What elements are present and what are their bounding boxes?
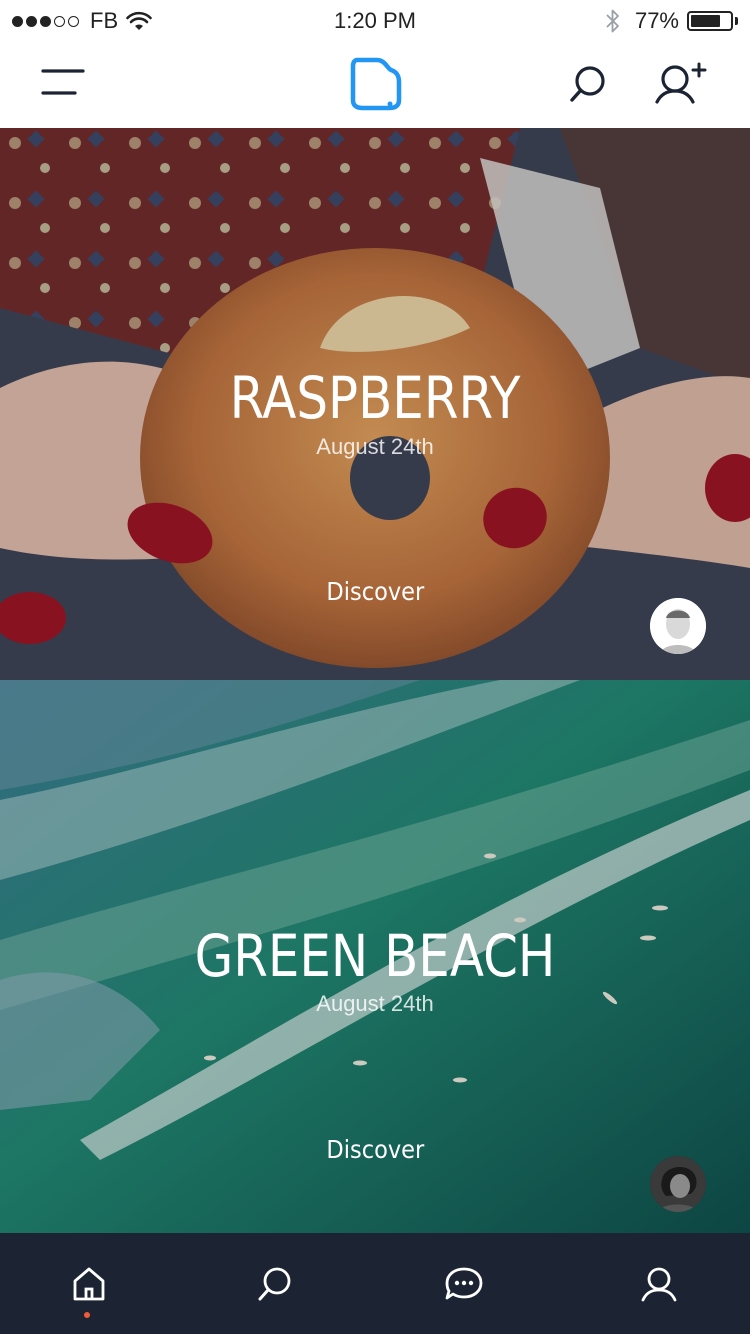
- profile-icon: [641, 1267, 677, 1302]
- search-icon: [258, 1267, 291, 1301]
- menu-icon: [41, 69, 85, 95]
- home-icon: [73, 1267, 105, 1301]
- discover-link[interactable]: Discover: [0, 577, 750, 606]
- card-title: RASPBERRY: [229, 364, 521, 432]
- avatar-portrait: [650, 1156, 706, 1212]
- bluetooth-icon: [606, 9, 619, 33]
- app-logo-icon: [350, 57, 402, 111]
- card-date: August 24th: [316, 434, 434, 459]
- feed-card-green-beach[interactable]: GREEN BEACH August 24th Discover: [0, 680, 750, 1233]
- top-nav-bar: [0, 40, 750, 128]
- feed-card-raspberry[interactable]: RASPBERRY August 24th Discover: [0, 128, 750, 680]
- discover-link-label: Discover: [326, 1135, 424, 1164]
- tab-search[interactable]: [245, 1259, 305, 1309]
- chat-icon: [445, 1267, 483, 1300]
- battery-percent: 77%: [634, 8, 679, 33]
- battery-level-fill: [691, 15, 720, 27]
- status-bar: FB 1:20 PM 77%: [0, 0, 750, 40]
- discover-link-label: Discover: [326, 577, 424, 606]
- card-title: GREEN BEACH: [194, 922, 556, 990]
- battery-tip: [735, 17, 738, 25]
- app-logo[interactable]: [340, 54, 410, 114]
- add-user-button[interactable]: [648, 58, 714, 110]
- active-tab-indicator: [84, 1312, 90, 1318]
- author-avatar[interactable]: [650, 1156, 706, 1212]
- add-user-icon: [655, 62, 707, 104]
- tab-home[interactable]: [59, 1259, 119, 1309]
- discover-link[interactable]: Discover: [0, 1135, 750, 1164]
- bottom-tab-bar: [0, 1233, 750, 1334]
- battery-icon: [687, 11, 733, 31]
- status-right: 77%: [605, 7, 738, 35]
- card-date: August 24th: [316, 991, 434, 1016]
- author-avatar[interactable]: [650, 598, 706, 654]
- search-button[interactable]: [562, 60, 614, 108]
- tab-chat[interactable]: [434, 1259, 494, 1309]
- avatar-portrait: [650, 598, 706, 654]
- menu-button[interactable]: [36, 62, 90, 102]
- tab-profile[interactable]: [629, 1259, 689, 1309]
- search-icon: [570, 66, 605, 102]
